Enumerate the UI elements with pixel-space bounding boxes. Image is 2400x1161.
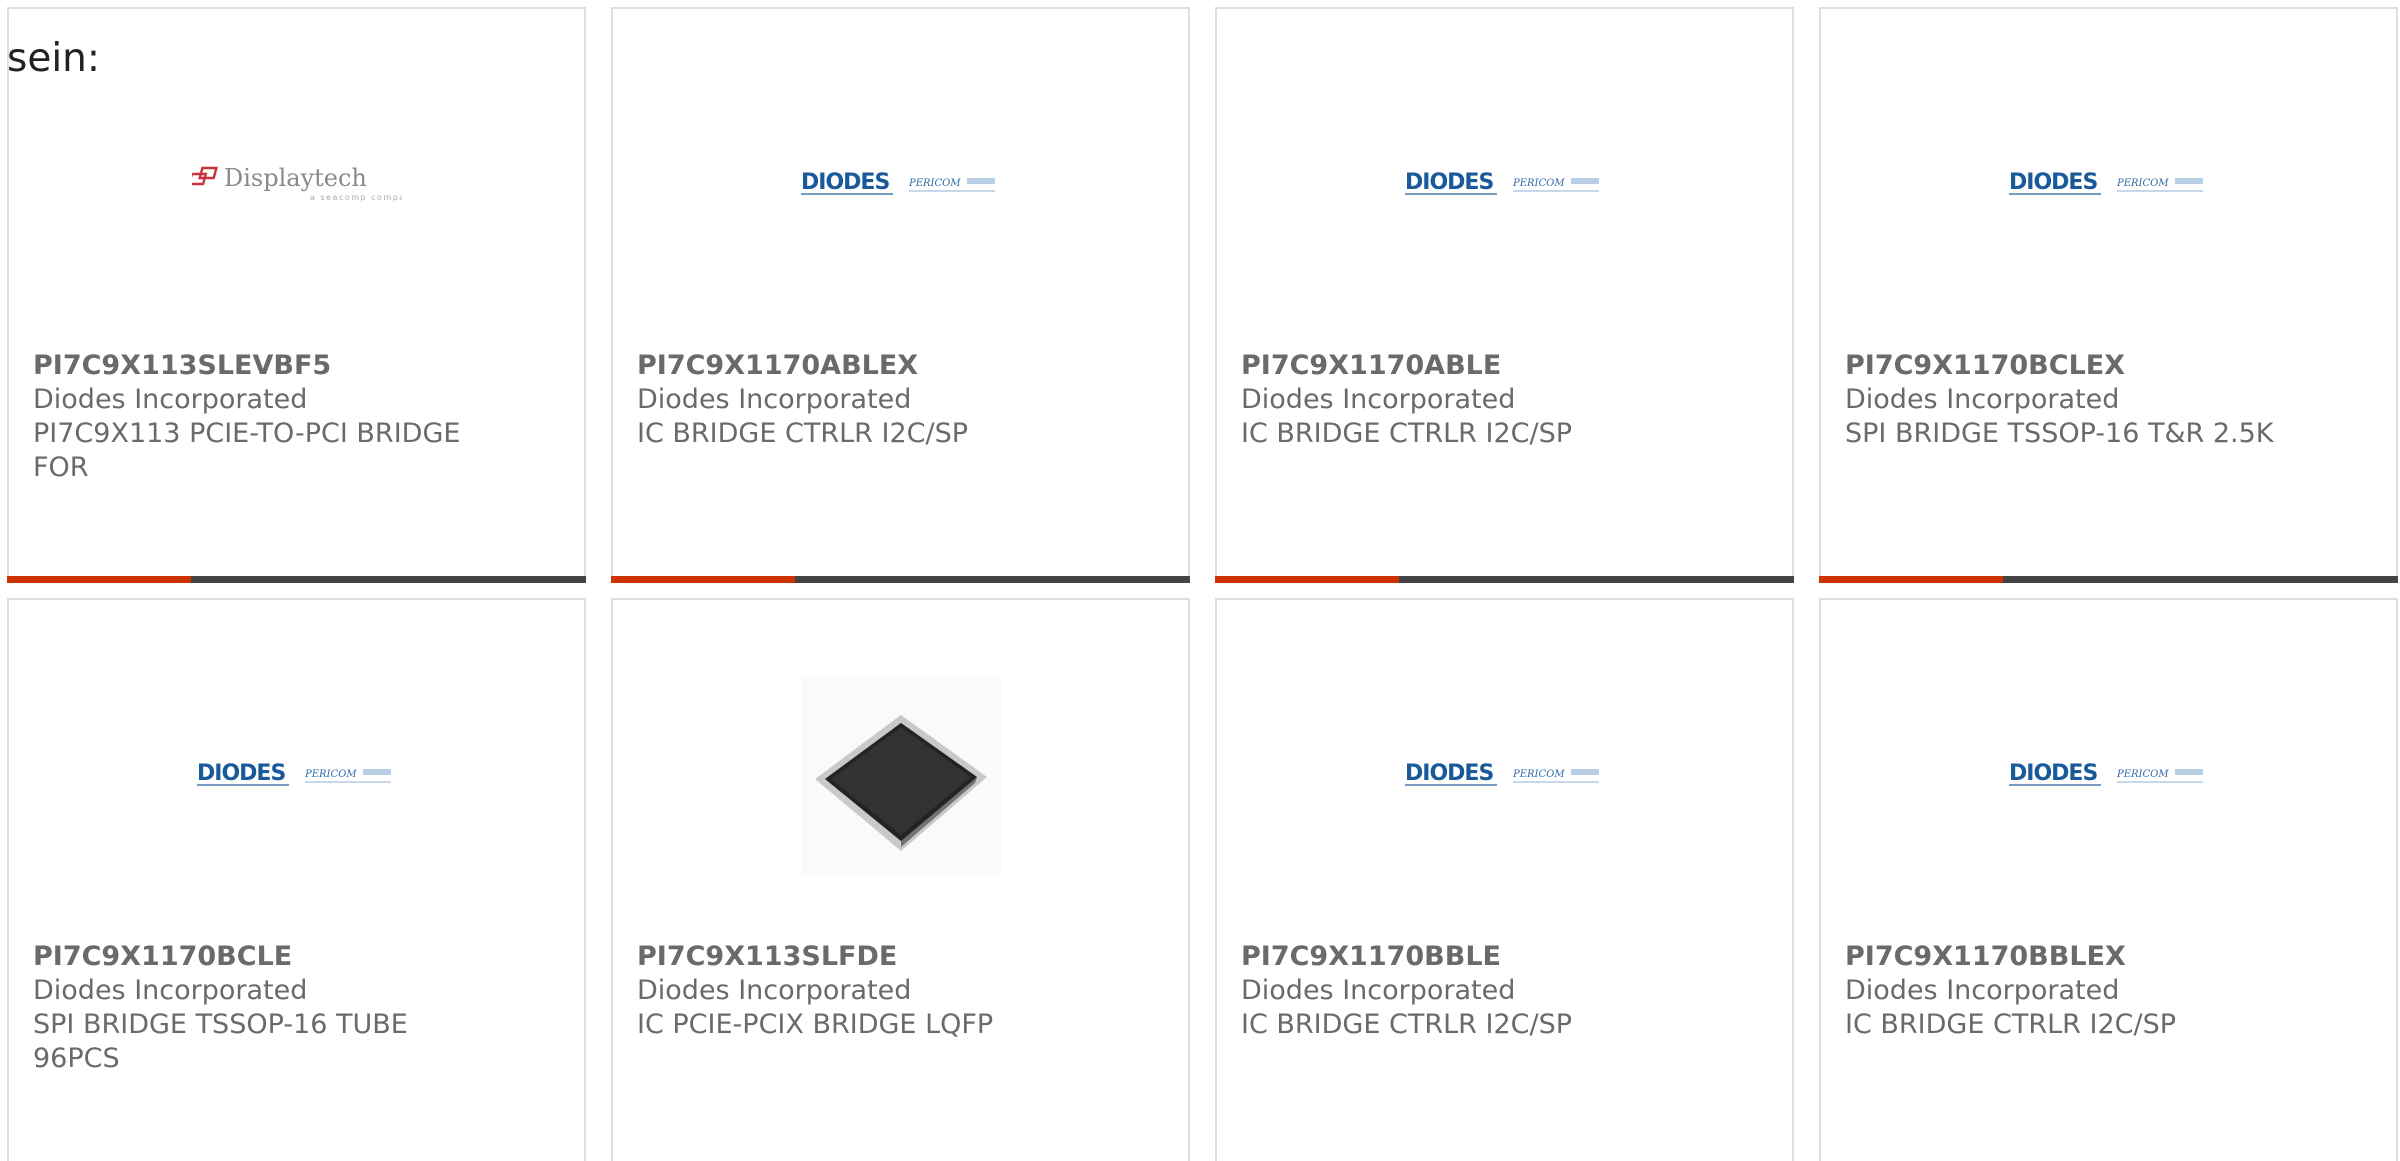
product-description: IC BRIDGE CTRLR I2C/SP <box>637 418 969 449</box>
product-card-pi7c9x1170bblex[interactable]: DIODES PERICOM PI7C9X1170BBLEX Diodes Inc… <box>1819 598 2398 1161</box>
product-part-number[interactable]: PI7C9X1170BCLE <box>33 940 560 974</box>
lqfp-chip-image <box>800 675 1001 875</box>
product-image[interactable]: DIODES PERICOM <box>1217 640 1792 910</box>
card-progress-bar <box>7 576 586 583</box>
svg-text:DIODES: DIODES <box>2009 170 2097 195</box>
product-description: SPI BRIDGE TSSOP-16 TUBE 96PCS <box>33 1009 408 1074</box>
product-manufacturer: Diodes Incorporated <box>33 384 308 415</box>
product-description: SPI BRIDGE TSSOP-16 T&R 2.5K <box>1845 418 2274 449</box>
product-manufacturer: Diodes Incorporated <box>1241 975 1516 1006</box>
svg-text:PERICOM: PERICOM <box>2116 178 2169 189</box>
product-manufacturer: Diodes Incorporated <box>637 384 912 415</box>
product-list-page: sein: Displaytecha seacomp company PI7C9… <box>0 0 2400 1161</box>
product-card-pi7c9x1170bble[interactable]: DIODES PERICOM PI7C9X1170BBLE Diodes Inco… <box>1215 598 1794 1161</box>
diodes-pericom-logo: DIODES PERICOM <box>800 170 995 195</box>
product-card-pi7c9x1170bcle[interactable]: DIODES PERICOM PI7C9X1170BCLE Diodes Inco… <box>7 598 586 1161</box>
svg-text:a seacomp company: a seacomp company <box>310 193 402 202</box>
product-description: IC PCIE-PCIX BRIDGE LQFP <box>637 1009 994 1040</box>
svg-text:DIODES: DIODES <box>2009 761 2097 786</box>
product-description: PI7C9X113 PCIE-TO-PCI BRIDGE FOR <box>33 418 461 483</box>
svg-text:PERICOM: PERICOM <box>304 769 357 780</box>
product-image[interactable]: Displaytecha seacomp company <box>9 49 584 319</box>
diodes-pericom-logo: DIODES PERICOM <box>196 761 391 786</box>
product-description: IC BRIDGE CTRLR I2C/SP <box>1845 1009 2177 1040</box>
product-part-number[interactable]: PI7C9X1170BBLEX <box>1845 940 2372 974</box>
product-manufacturer: Diodes Incorporated <box>637 975 912 1006</box>
svg-text:DIODES: DIODES <box>801 170 889 195</box>
product-info: PI7C9X1170BCLEX Diodes Incorporated SPI … <box>1845 349 2372 451</box>
svg-text:DIODES: DIODES <box>197 761 285 786</box>
product-part-number[interactable]: PI7C9X1170ABLE <box>1241 349 1768 383</box>
card-progress-bar <box>611 576 1190 583</box>
product-part-number[interactable]: PI7C9X1170ABLEX <box>637 349 1164 383</box>
diodes-pericom-logo: DIODES PERICOM <box>1404 761 1599 786</box>
product-info: PI7C9X1170ABLEX Diodes Incorporated IC B… <box>637 349 1164 451</box>
product-info: PI7C9X1170BBLEX Diodes Incorporated IC B… <box>1845 940 2372 1042</box>
product-part-number[interactable]: PI7C9X1170BBLE <box>1241 940 1768 974</box>
svg-text:DIODES: DIODES <box>1405 761 1493 786</box>
product-image[interactable]: DIODES PERICOM <box>613 49 1188 319</box>
card-progress-bar <box>1819 576 2398 583</box>
product-card-pi7c9x113slfde[interactable]: PI7C9X113SLFDE Diodes Incorporated IC PC… <box>611 598 1190 1161</box>
card-bar-accent <box>611 576 795 583</box>
svg-text:PERICOM: PERICOM <box>2116 769 2169 780</box>
product-image[interactable] <box>613 640 1188 910</box>
svg-text:Displaytech: Displaytech <box>224 164 367 192</box>
product-card-pi7c9x1170able[interactable]: DIODES PERICOM PI7C9X1170ABLE Diodes Inco… <box>1215 7 1794 583</box>
product-manufacturer: Diodes Incorporated <box>1241 384 1516 415</box>
product-manufacturer: Diodes Incorporated <box>33 975 308 1006</box>
card-progress-bar <box>1215 576 1794 583</box>
product-image[interactable]: DIODES PERICOM <box>1821 640 2396 910</box>
product-manufacturer: Diodes Incorporated <box>1845 975 2120 1006</box>
product-card-pi7c9x113slevbf5[interactable]: Displaytecha seacomp company PI7C9X113SL… <box>7 7 586 583</box>
intro-text: sein: <box>7 36 101 81</box>
svg-text:PERICOM: PERICOM <box>1512 769 1565 780</box>
product-image[interactable]: DIODES PERICOM <box>9 640 584 910</box>
card-bar-accent <box>1819 576 2003 583</box>
product-card-pi7c9x1170bclex[interactable]: DIODES PERICOM PI7C9X1170BCLEX Diodes Inc… <box>1819 7 2398 583</box>
product-info: PI7C9X1170BCLE Diodes Incorporated SPI B… <box>33 940 560 1076</box>
product-part-number[interactable]: PI7C9X113SLFDE <box>637 940 1164 974</box>
card-bar-accent <box>1215 576 1399 583</box>
diodes-pericom-logo: DIODES PERICOM <box>1404 170 1599 195</box>
product-info: PI7C9X1170BBLE Diodes Incorporated IC BR… <box>1241 940 1768 1042</box>
product-info: PI7C9X113SLFDE Diodes Incorporated IC PC… <box>637 940 1164 1042</box>
product-info: PI7C9X1170ABLE Diodes Incorporated IC BR… <box>1241 349 1768 451</box>
product-part-number[interactable]: PI7C9X1170BCLEX <box>1845 349 2372 383</box>
card-bar-accent <box>7 576 191 583</box>
product-grid: Displaytecha seacomp company PI7C9X113SL… <box>7 7 2400 1161</box>
svg-text:PERICOM: PERICOM <box>1512 178 1565 189</box>
svg-text:PERICOM: PERICOM <box>908 178 961 189</box>
product-info: PI7C9X113SLEVBF5 Diodes Incorporated PI7… <box>33 349 560 485</box>
product-description: IC BRIDGE CTRLR I2C/SP <box>1241 418 1573 449</box>
diodes-pericom-logo: DIODES PERICOM <box>2008 170 2203 195</box>
displaytech-logo: Displaytecha seacomp company <box>191 164 402 202</box>
svg-text:DIODES: DIODES <box>1405 170 1493 195</box>
product-description: IC BRIDGE CTRLR I2C/SP <box>1241 1009 1573 1040</box>
product-image[interactable]: DIODES PERICOM <box>1217 49 1792 319</box>
diodes-pericom-logo: DIODES PERICOM <box>2008 761 2203 786</box>
product-image[interactable]: DIODES PERICOM <box>1821 49 2396 319</box>
product-card-pi7c9x1170ablex[interactable]: DIODES PERICOM PI7C9X1170ABLEX Diodes Inc… <box>611 7 1190 583</box>
product-manufacturer: Diodes Incorporated <box>1845 384 2120 415</box>
product-part-number[interactable]: PI7C9X113SLEVBF5 <box>33 349 560 383</box>
